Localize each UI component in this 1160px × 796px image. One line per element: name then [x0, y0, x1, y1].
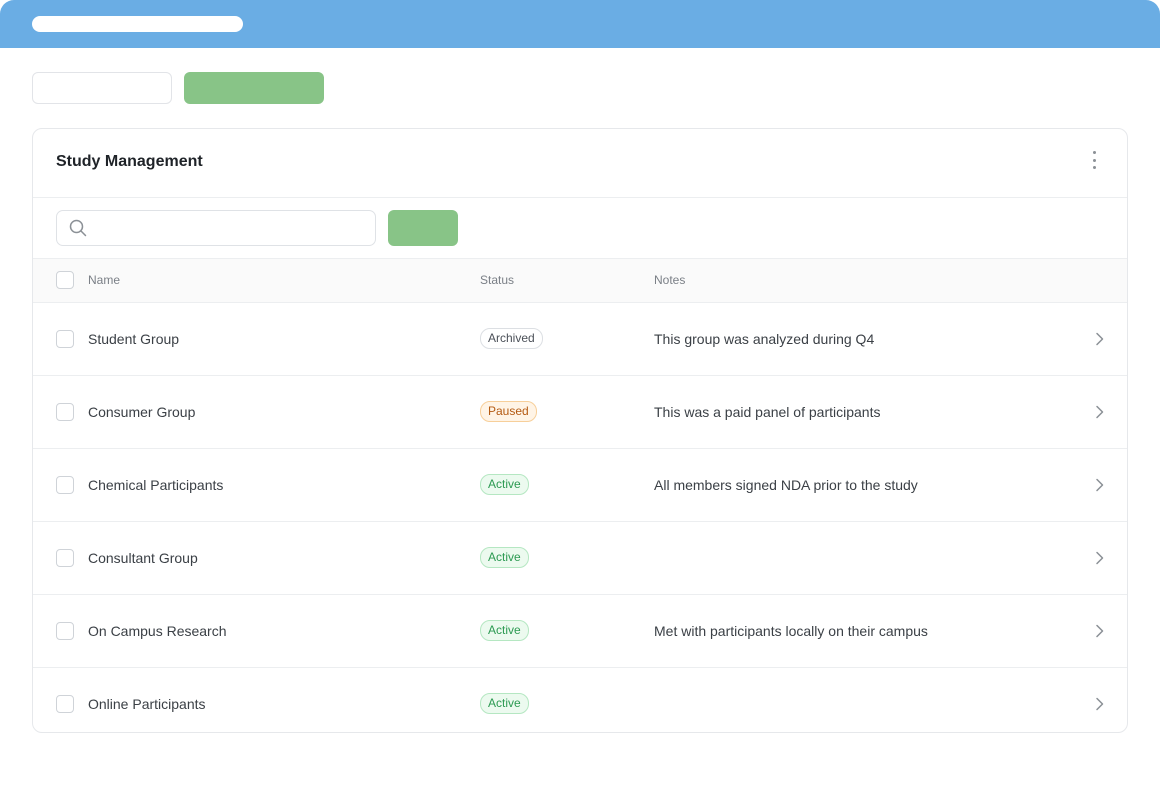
status-badge: Active: [480, 693, 529, 714]
app-window: Study Management Name Status Notes Stude…: [0, 0, 1160, 796]
chevron-right-icon[interactable]: [1095, 478, 1105, 492]
chevron-right-icon[interactable]: [1095, 405, 1105, 419]
column-header-name[interactable]: Name: [88, 273, 120, 287]
primary-button[interactable]: [184, 72, 324, 104]
search-input[interactable]: [97, 215, 371, 243]
table-row[interactable]: Chemical Participants Active All members…: [33, 449, 1127, 522]
select-all-checkbox[interactable]: [56, 271, 74, 289]
chevron-right-icon[interactable]: [1095, 332, 1105, 346]
status-badge: Active: [480, 474, 529, 495]
table-header: Name Status Notes: [33, 258, 1127, 303]
row-name: Student Group: [88, 331, 180, 347]
top-bar: [0, 0, 1160, 48]
status-badge: Archived: [480, 328, 543, 349]
status-cell: Active: [480, 693, 529, 714]
table-row[interactable]: Student Group Archived This group was an…: [33, 303, 1127, 376]
row-notes: All members signed NDA prior to the stud…: [654, 477, 918, 493]
row-notes: This group was analyzed during Q4: [654, 331, 875, 347]
table-row[interactable]: Consultant Group Active: [33, 522, 1127, 595]
card-title: Study Management: [56, 153, 203, 170]
column-header-notes[interactable]: Notes: [654, 273, 685, 287]
row-checkbox[interactable]: [56, 403, 74, 421]
status-badge: Active: [480, 620, 529, 641]
row-name: Consumer Group: [88, 404, 196, 420]
row-checkbox[interactable]: [56, 330, 74, 348]
status-cell: Active: [480, 474, 529, 495]
table-row[interactable]: Consumer Group Paused This was a paid pa…: [33, 376, 1127, 449]
secondary-button[interactable]: [32, 72, 172, 104]
status-cell: Paused: [480, 401, 537, 422]
row-name: Chemical Participants: [88, 477, 224, 493]
chevron-right-icon[interactable]: [1095, 551, 1105, 565]
study-management-card: Study Management Name Status Notes Stude…: [32, 128, 1128, 733]
search-row: [33, 198, 1127, 258]
status-cell: Active: [480, 620, 529, 641]
row-name: Online Participants: [88, 696, 206, 712]
status-badge: Active: [480, 547, 529, 568]
title-placeholder: [32, 16, 243, 32]
search-box[interactable]: [56, 210, 376, 246]
row-checkbox[interactable]: [56, 476, 74, 494]
status-cell: Active: [480, 547, 529, 568]
table-row[interactable]: Online Participants Active: [33, 668, 1127, 732]
table-row[interactable]: On Campus Research Active Met with parti…: [33, 595, 1127, 668]
row-checkbox[interactable]: [56, 549, 74, 567]
row-name: Consultant Group: [88, 550, 198, 566]
more-vertical-icon[interactable]: [1091, 151, 1097, 169]
row-checkbox[interactable]: [56, 695, 74, 713]
card-header: Study Management: [33, 129, 1127, 198]
status-cell: Archived: [480, 328, 543, 349]
row-name: On Campus Research: [88, 623, 227, 639]
row-notes: This was a paid panel of participants: [654, 404, 881, 420]
row-checkbox[interactable]: [56, 622, 74, 640]
search-icon: [69, 219, 87, 237]
chevron-right-icon[interactable]: [1095, 697, 1105, 711]
toolbar: [32, 72, 324, 104]
search-button[interactable]: [388, 210, 458, 246]
row-notes: Met with participants locally on their c…: [654, 623, 928, 639]
status-badge: Paused: [480, 401, 537, 422]
chevron-right-icon[interactable]: [1095, 624, 1105, 638]
column-header-status[interactable]: Status: [480, 273, 514, 287]
